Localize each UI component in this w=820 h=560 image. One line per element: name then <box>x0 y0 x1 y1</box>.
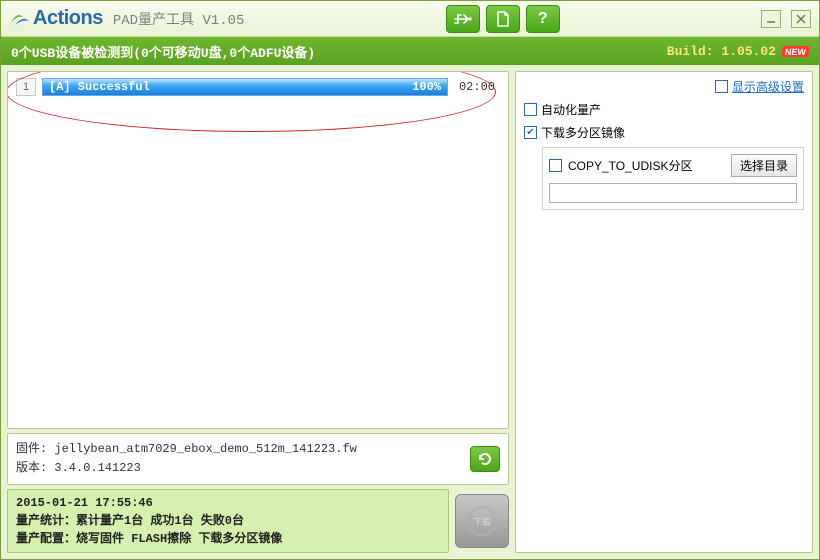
auto-checkbox[interactable] <box>524 103 537 116</box>
logo-icon <box>9 9 31 29</box>
copy-udisk-checkbox[interactable] <box>549 159 562 172</box>
download-button[interactable]: 下载 <box>455 494 509 548</box>
summary-time: 2015-01-21 17:55:46 <box>16 494 440 512</box>
titlebar: Actions PAD量产工具 V1.05 ? <box>1 1 819 37</box>
close-button[interactable] <box>791 10 811 28</box>
firmware-file: 固件: jellybean_atm7029_ebox_demo_512m_141… <box>16 440 470 459</box>
summary-panel: 2015-01-21 17:55:46 量产统计：累计量产1台 成功1台 失败0… <box>7 489 449 553</box>
minimize-button[interactable] <box>761 10 781 28</box>
elapsed-time: 02:00 <box>454 80 500 94</box>
summary-stats: 量产统计：累计量产1台 成功1台 失败0台 <box>16 512 440 530</box>
close-icon <box>795 13 807 25</box>
path-input[interactable] <box>549 183 797 203</box>
file-icon <box>496 11 510 27</box>
window-controls <box>761 10 811 28</box>
statusbar: 0个USB设备被检测到(0个可移动U盘,0个ADFU设备) Build: 1.0… <box>1 37 819 65</box>
file-button[interactable] <box>486 5 520 33</box>
usb-icon <box>454 12 472 26</box>
copy-udisk-label: COPY_TO_UDISK分区 <box>568 157 725 174</box>
status-text: 0个USB设备被检测到(0个可移动U盘,0个ADFU设备) <box>11 42 315 61</box>
row-index: 1 <box>16 78 36 96</box>
advanced-link[interactable]: 显示高级设置 <box>732 78 804 95</box>
multipart-group: COPY_TO_UDISK分区 选择目录 <box>542 147 804 210</box>
progress-percent: 100% <box>412 80 441 94</box>
build-label: Build: 1.05.02 <box>667 44 776 59</box>
multipart-checkbox[interactable] <box>524 126 537 139</box>
app-window: Actions PAD量产工具 V1.05 ? <box>0 0 820 560</box>
device-row: 1 [A] Successful 100% 02:00 <box>8 72 508 102</box>
refresh-icon <box>477 451 493 467</box>
main-area: 1 [A] Successful 100% 02:00 固件: jellybea… <box>1 65 819 559</box>
brand-text: Actions <box>33 7 103 30</box>
auto-label: 自动化量产 <box>541 101 601 118</box>
toolbar: ? <box>244 5 761 33</box>
progress-bar: [A] Successful 100% <box>42 78 448 96</box>
new-badge: NEW <box>781 46 809 57</box>
progress-label: [A] Successful <box>49 80 412 94</box>
download-icon: 下载 <box>467 506 497 536</box>
left-column: 1 [A] Successful 100% 02:00 固件: jellybea… <box>1 65 515 559</box>
refresh-button[interactable] <box>470 446 500 472</box>
summary-config: 量产配置：烧写固件 FLASH擦除 下载多分区镜像 <box>16 530 440 548</box>
multipart-label: 下载多分区镜像 <box>541 124 625 141</box>
device-panel: 1 [A] Successful 100% 02:00 <box>7 71 509 429</box>
usb-button[interactable] <box>446 5 480 33</box>
bottom-row: 2015-01-21 17:55:46 量产统计：累计量产1台 成功1台 失败0… <box>7 489 509 553</box>
firmware-panel: 固件: jellybean_atm7029_ebox_demo_512m_141… <box>7 433 509 485</box>
app-title: PAD量产工具 V1.05 <box>113 9 245 29</box>
choose-dir-button[interactable]: 选择目录 <box>731 154 797 177</box>
minimize-icon <box>765 13 777 25</box>
firmware-version: 版本: 3.4.0.141223 <box>16 459 470 478</box>
logo: Actions <box>9 7 103 30</box>
help-button[interactable]: ? <box>526 5 560 33</box>
advanced-checkbox[interactable] <box>715 80 728 93</box>
sidebar: 显示高级设置 自动化量产 下载多分区镜像 COPY_TO_UDISK分区 选择目… <box>515 71 813 553</box>
